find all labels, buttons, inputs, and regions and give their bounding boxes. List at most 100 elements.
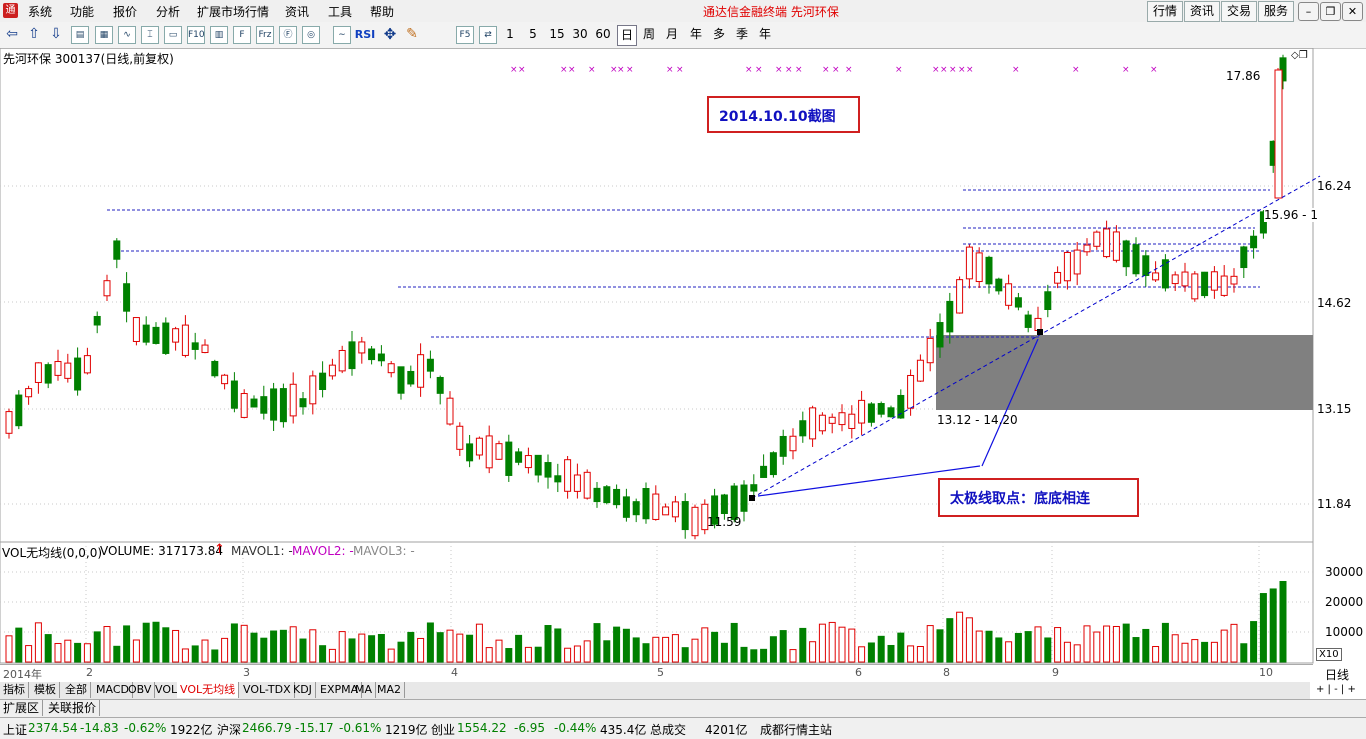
refresh-icon[interactable]: ◎ [302,26,320,44]
rsi-button[interactable]: RSI [354,25,376,44]
indicator-icon[interactable]: ∼ [333,26,351,44]
line-chart-icon[interactable]: ∿ [118,26,136,44]
candle-body [564,459,572,492]
up-arrow-icon[interactable]: ⇧ [26,25,42,44]
stock-list-icon[interactable]: ▤ [71,26,89,44]
candle-body [377,353,385,362]
sh-value: 2374.54 [28,721,78,735]
volume-bar [867,642,875,663]
sz-name[interactable]: 沪深 [217,721,241,738]
signal-mark: × [755,65,763,75]
tab-indicator[interactable]: 指标 [0,682,29,698]
tab-obv[interactable]: OBV [125,682,156,698]
volume-bar [319,645,327,663]
axis-controls[interactable]: + | - | + [1316,684,1356,695]
candle-body [1093,231,1101,247]
period-day[interactable]: 日 [617,25,637,46]
close-icon[interactable]: ✕ [1342,2,1363,21]
minimize-icon[interactable]: – [1298,2,1319,21]
volume-bar [1181,642,1189,663]
tab-kdj[interactable]: KDJ [290,682,316,698]
detail-icon[interactable]: ▭ [164,26,182,44]
period-60min[interactable]: 60 [593,25,613,44]
period-multi[interactable]: 多 [711,25,727,44]
time-tick-10: 10 [1259,666,1273,679]
down-arrow-icon[interactable]: ⇩ [48,25,64,44]
candle-body [524,455,532,469]
candle-body [887,407,895,418]
tab-ma2[interactable]: MA2 [374,682,406,698]
quote-button[interactable]: 行情 [1147,1,1183,22]
candle-body [456,425,464,450]
period-1min[interactable]: 1 [503,25,517,44]
menu-extended-market[interactable]: 扩展市场行情 [197,3,269,20]
menu-system[interactable]: 系统 [28,3,52,20]
anchor-point-low [749,495,755,501]
tab-template[interactable]: 模板 [31,682,60,698]
back-arrow-icon[interactable]: ⇦ [4,25,20,44]
volume-bar [475,623,483,663]
news-button[interactable]: 资讯 [1184,1,1220,22]
period-month[interactable]: 月 [664,25,680,44]
volume-bar [907,645,915,663]
switch-icon[interactable]: ⇄ [479,26,497,44]
restore-icon[interactable]: ❐ [1320,2,1341,21]
candle-chart-icon[interactable]: ⌶ [141,26,159,44]
menu-quote[interactable]: 报价 [113,3,137,20]
f10-icon[interactable]: F10 [187,26,205,44]
candle-body [779,435,787,457]
menu-help[interactable]: 帮助 [370,3,394,20]
volume-bar [603,640,611,663]
volume-bar [1093,631,1101,663]
period-30min[interactable]: 30 [570,25,590,44]
volume-bar [1201,641,1209,663]
period-5min[interactable]: 5 [526,25,540,44]
volume-bar [652,636,660,663]
period-year-2[interactable]: 年 [757,25,773,44]
volume-bar [1103,625,1111,663]
formula-icon[interactable]: Ⓕ [279,26,297,44]
service-button[interactable]: 服务 [1258,1,1294,22]
kline-chart[interactable]: × × × × × × × × × × × × × × × × × × × × × × × × × × × × 先河环保 300137… [0,48,1366,682]
time-tick-9: 9 [1052,666,1059,679]
tab-extension-area[interactable]: 扩展区 [0,700,44,716]
time-tick-2014: 2014年 [3,668,42,681]
volume-bar [64,639,72,663]
tab-vol-tdx[interactable]: VOL-TDX [240,682,295,698]
menu-analysis[interactable]: 分析 [156,3,180,20]
volume-bar [172,629,180,663]
menu-tools[interactable]: 工具 [328,3,352,20]
tab-related-quote[interactable]: 关联报价 [45,700,101,716]
f-icon[interactable]: F [233,26,251,44]
period-quarter[interactable]: 季 [734,25,750,44]
crosshair-icon[interactable]: ✥ [381,25,399,44]
cy-name[interactable]: 创业 [431,721,455,738]
grid-icon[interactable]: ▦ [95,26,113,44]
document-icon[interactable]: ▥ [210,26,228,44]
tab-all[interactable]: 全部 [62,682,91,698]
f5-icon[interactable]: F5 [456,26,474,44]
candle-body [1152,272,1160,281]
candle-body [1210,271,1218,291]
period-year[interactable]: 年 [688,25,704,44]
high-price-label: 17.86 [1226,69,1261,83]
chart-maximize-icon[interactable]: ◇❐ [1291,50,1308,61]
candle-body [613,488,621,506]
frz-icon[interactable]: Frz [256,26,274,44]
period-15min[interactable]: 15 [547,25,567,44]
app-logo-icon[interactable]: 通 [3,3,18,18]
menu-function[interactable]: 功能 [70,3,94,20]
candle-body [1044,291,1052,310]
chart-canvas[interactable]: × × × × × × × × × × × × × × × × × × × × × × × × × × × × [0,48,1366,670]
tab-ma[interactable]: MA [352,682,377,698]
sh-name[interactable]: 上证 [3,721,27,738]
pencil-icon[interactable]: ✎ [403,25,421,44]
tab-vol-no-ma[interactable]: VOL无均线 [177,682,240,698]
volume-bar [828,621,836,663]
volume-bar [338,631,346,663]
station-name[interactable]: 成都行情主站 [760,721,832,738]
menu-news[interactable]: 资讯 [285,3,309,20]
trade-button[interactable]: 交易 [1221,1,1257,22]
volume-bar [1054,627,1062,663]
period-week[interactable]: 周 [641,25,657,44]
